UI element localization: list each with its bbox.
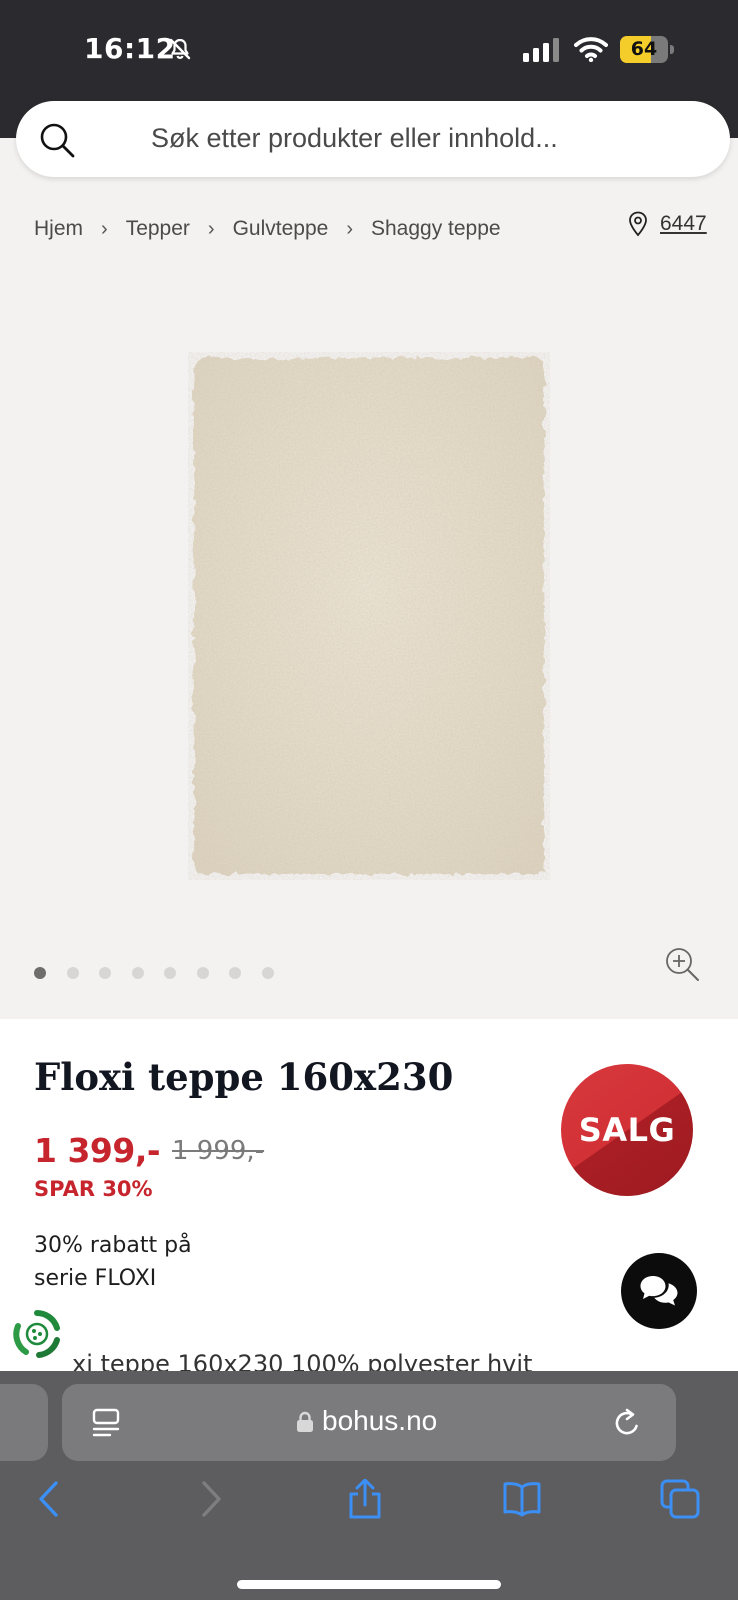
breadcrumb-shaggy-teppe[interactable]: Shaggy teppe: [371, 217, 501, 241]
url-text[interactable]: bohus.no: [322, 1405, 437, 1437]
gallery-dot[interactable]: [196, 967, 209, 979]
shaggy-rug-image[interactable]: [188, 352, 550, 880]
product-info: Floxi teppe 160x230 1 399,- 1 999,- SPAR…: [0, 1019, 738, 1378]
reader-icon[interactable]: [92, 1408, 120, 1438]
bookmarks-icon[interactable]: [502, 1479, 542, 1519]
breadcrumb-gulvteppe[interactable]: Gulvteppe: [233, 217, 329, 241]
wifi-icon: [574, 37, 608, 62]
search-icon[interactable]: [38, 121, 76, 159]
discount-line: serie FLOXI: [34, 1266, 157, 1291]
battery-percent: 64: [630, 38, 658, 60]
gallery-dot[interactable]: [66, 967, 79, 979]
gallery-dot[interactable]: [131, 967, 144, 979]
product-price: 1 399,-: [34, 1131, 161, 1170]
search-bar[interactable]: Søk etter produkter eller innhold...: [16, 101, 730, 177]
discount-info: 30% rabatt på serie FLOXI: [34, 1229, 192, 1295]
share-icon[interactable]: [345, 1479, 385, 1519]
store-selector[interactable]: 6447: [628, 211, 707, 237]
home-indicator[interactable]: [237, 1580, 501, 1589]
battery-icon: 64: [620, 36, 674, 63]
product-old-price: 1 999,-: [172, 1136, 265, 1166]
address-bar[interactable]: bohus.no: [62, 1384, 676, 1461]
lock-icon: [297, 1411, 313, 1432]
tabs-icon[interactable]: [660, 1479, 700, 1519]
status-time: 16:12: [84, 32, 176, 65]
forward-icon[interactable]: [190, 1479, 230, 1519]
gallery-dot[interactable]: [261, 967, 274, 979]
breadcrumb-home[interactable]: Hjem: [34, 217, 83, 241]
breadcrumb: Hjem › Tepper › Gulvteppe › Shaggy teppe: [34, 214, 501, 244]
search-input[interactable]: Søk etter produkter eller innhold...: [151, 123, 558, 154]
breadcrumb-separator: ›: [346, 217, 353, 240]
gallery-dot[interactable]: [99, 967, 111, 979]
gallery-dot[interactable]: [34, 967, 46, 979]
gallery-dot[interactable]: [229, 967, 241, 979]
previous-tab-preview[interactable]: [0, 1384, 48, 1461]
sale-badge: SALG: [561, 1064, 693, 1196]
sale-badge-label: SALG: [578, 1111, 676, 1149]
bell-slash-icon: [169, 38, 191, 60]
map-pin-icon: [629, 211, 647, 237]
back-icon[interactable]: [30, 1479, 70, 1519]
gallery-dot[interactable]: [164, 967, 176, 979]
signal-icon: [523, 38, 559, 62]
chat-bubbles-icon: [640, 1276, 678, 1306]
breadcrumb-separator: ›: [207, 217, 215, 240]
gallery-pagination: [34, 967, 294, 979]
recycle-icon[interactable]: [12, 1309, 62, 1359]
browser-toolbar: bohus.no: [0, 1371, 738, 1600]
store-number[interactable]: 6447: [660, 212, 707, 236]
product-savings: SPAR 30%: [34, 1177, 153, 1201]
breadcrumb-separator: ›: [101, 217, 108, 240]
zoom-in-icon[interactable]: [664, 946, 700, 982]
reload-icon[interactable]: [612, 1407, 642, 1439]
discount-line: 30% rabatt på: [34, 1233, 192, 1258]
product-title: Floxi teppe 160x230: [34, 1055, 454, 1099]
chat-button[interactable]: [621, 1253, 697, 1329]
breadcrumb-tepper[interactable]: Tepper: [126, 217, 190, 241]
